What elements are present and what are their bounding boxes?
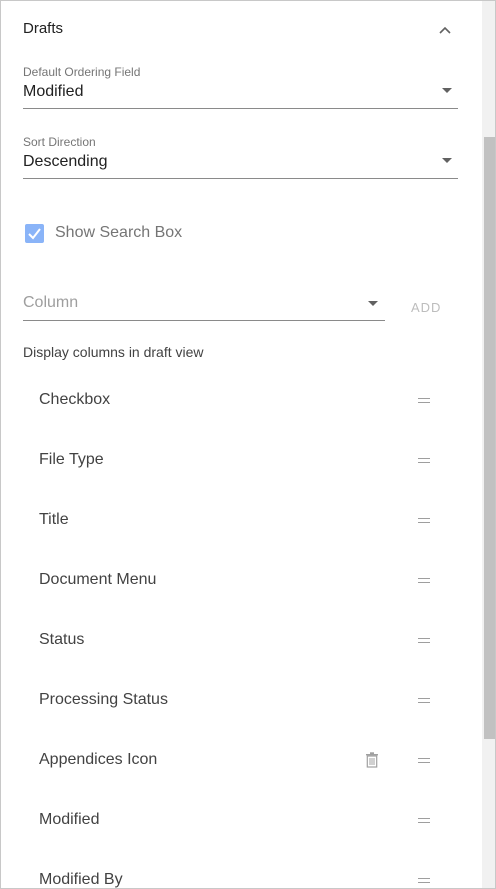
dropdown-arrow-icon[interactable] xyxy=(442,158,452,163)
show-search-box-label: Show Search Box xyxy=(55,224,183,241)
field-underline xyxy=(23,320,385,321)
column-item-label: Processing Status xyxy=(39,691,168,708)
column-item-label: Appendices Icon xyxy=(39,751,158,768)
sort-direction-value: Descending xyxy=(23,153,108,170)
sort-direction-select[interactable]: Sort Direction Descending xyxy=(23,135,458,179)
drag-handle-icon[interactable] xyxy=(418,758,430,763)
field-underline xyxy=(23,108,458,109)
list-item[interactable]: Document Menu xyxy=(23,551,457,611)
chevron-up-icon[interactable] xyxy=(438,23,452,37)
drag-handle-icon[interactable] xyxy=(418,698,430,703)
drag-handle-icon[interactable] xyxy=(418,818,430,823)
list-item[interactable]: Processing Status xyxy=(23,671,457,731)
section-title: Drafts xyxy=(23,20,64,37)
column-item-label: Modified xyxy=(39,811,100,828)
drag-handle-icon[interactable] xyxy=(418,578,430,583)
list-item[interactable]: Modified By xyxy=(23,851,457,888)
drafts-settings-panel: Drafts Default Ordering Field Modified S… xyxy=(0,0,496,889)
drag-handle-icon[interactable] xyxy=(418,518,430,523)
default-ordering-field-select[interactable]: Default Ordering Field Modified xyxy=(23,65,458,109)
column-item-label: Title xyxy=(39,511,69,528)
drag-handle-icon[interactable] xyxy=(418,398,430,403)
list-item[interactable]: Title xyxy=(23,491,457,551)
default-ordering-field-label: Default Ordering Field xyxy=(23,65,141,79)
column-item-label: Modified By xyxy=(39,871,123,888)
column-select[interactable]: Column xyxy=(23,291,385,321)
scrollbar-thumb[interactable] xyxy=(484,137,495,739)
show-search-box-checkbox[interactable]: Show Search Box xyxy=(25,223,325,245)
display-columns-caption: Display columns in draft view xyxy=(23,344,204,360)
checkbox-checked-icon[interactable] xyxy=(25,224,44,243)
add-column-button[interactable]: ADD xyxy=(401,297,451,317)
column-item-label: Document Menu xyxy=(39,571,157,588)
list-item[interactable]: Checkbox xyxy=(23,371,457,431)
dropdown-arrow-icon[interactable] xyxy=(368,301,378,306)
list-item[interactable]: Modified xyxy=(23,791,457,851)
column-item-label: File Type xyxy=(39,451,104,468)
drafts-section-header[interactable]: Drafts xyxy=(23,19,457,41)
drag-handle-icon[interactable] xyxy=(418,878,430,883)
field-underline xyxy=(23,178,458,179)
column-placeholder: Column xyxy=(23,294,79,311)
default-ordering-field-value: Modified xyxy=(23,83,84,100)
column-item-label: Checkbox xyxy=(39,391,111,408)
list-item[interactable]: File Type xyxy=(23,431,457,491)
drag-handle-icon[interactable] xyxy=(418,458,430,463)
display-columns-list: Checkbox File Type Title Document Menu S… xyxy=(23,371,457,888)
trash-icon[interactable] xyxy=(365,752,379,768)
drag-handle-icon[interactable] xyxy=(418,638,430,643)
list-item[interactable]: Status xyxy=(23,611,457,671)
list-item[interactable]: Appendices Icon xyxy=(23,731,457,791)
column-item-label: Status xyxy=(39,631,85,648)
dropdown-arrow-icon[interactable] xyxy=(442,88,452,93)
sort-direction-label: Sort Direction xyxy=(23,135,96,149)
